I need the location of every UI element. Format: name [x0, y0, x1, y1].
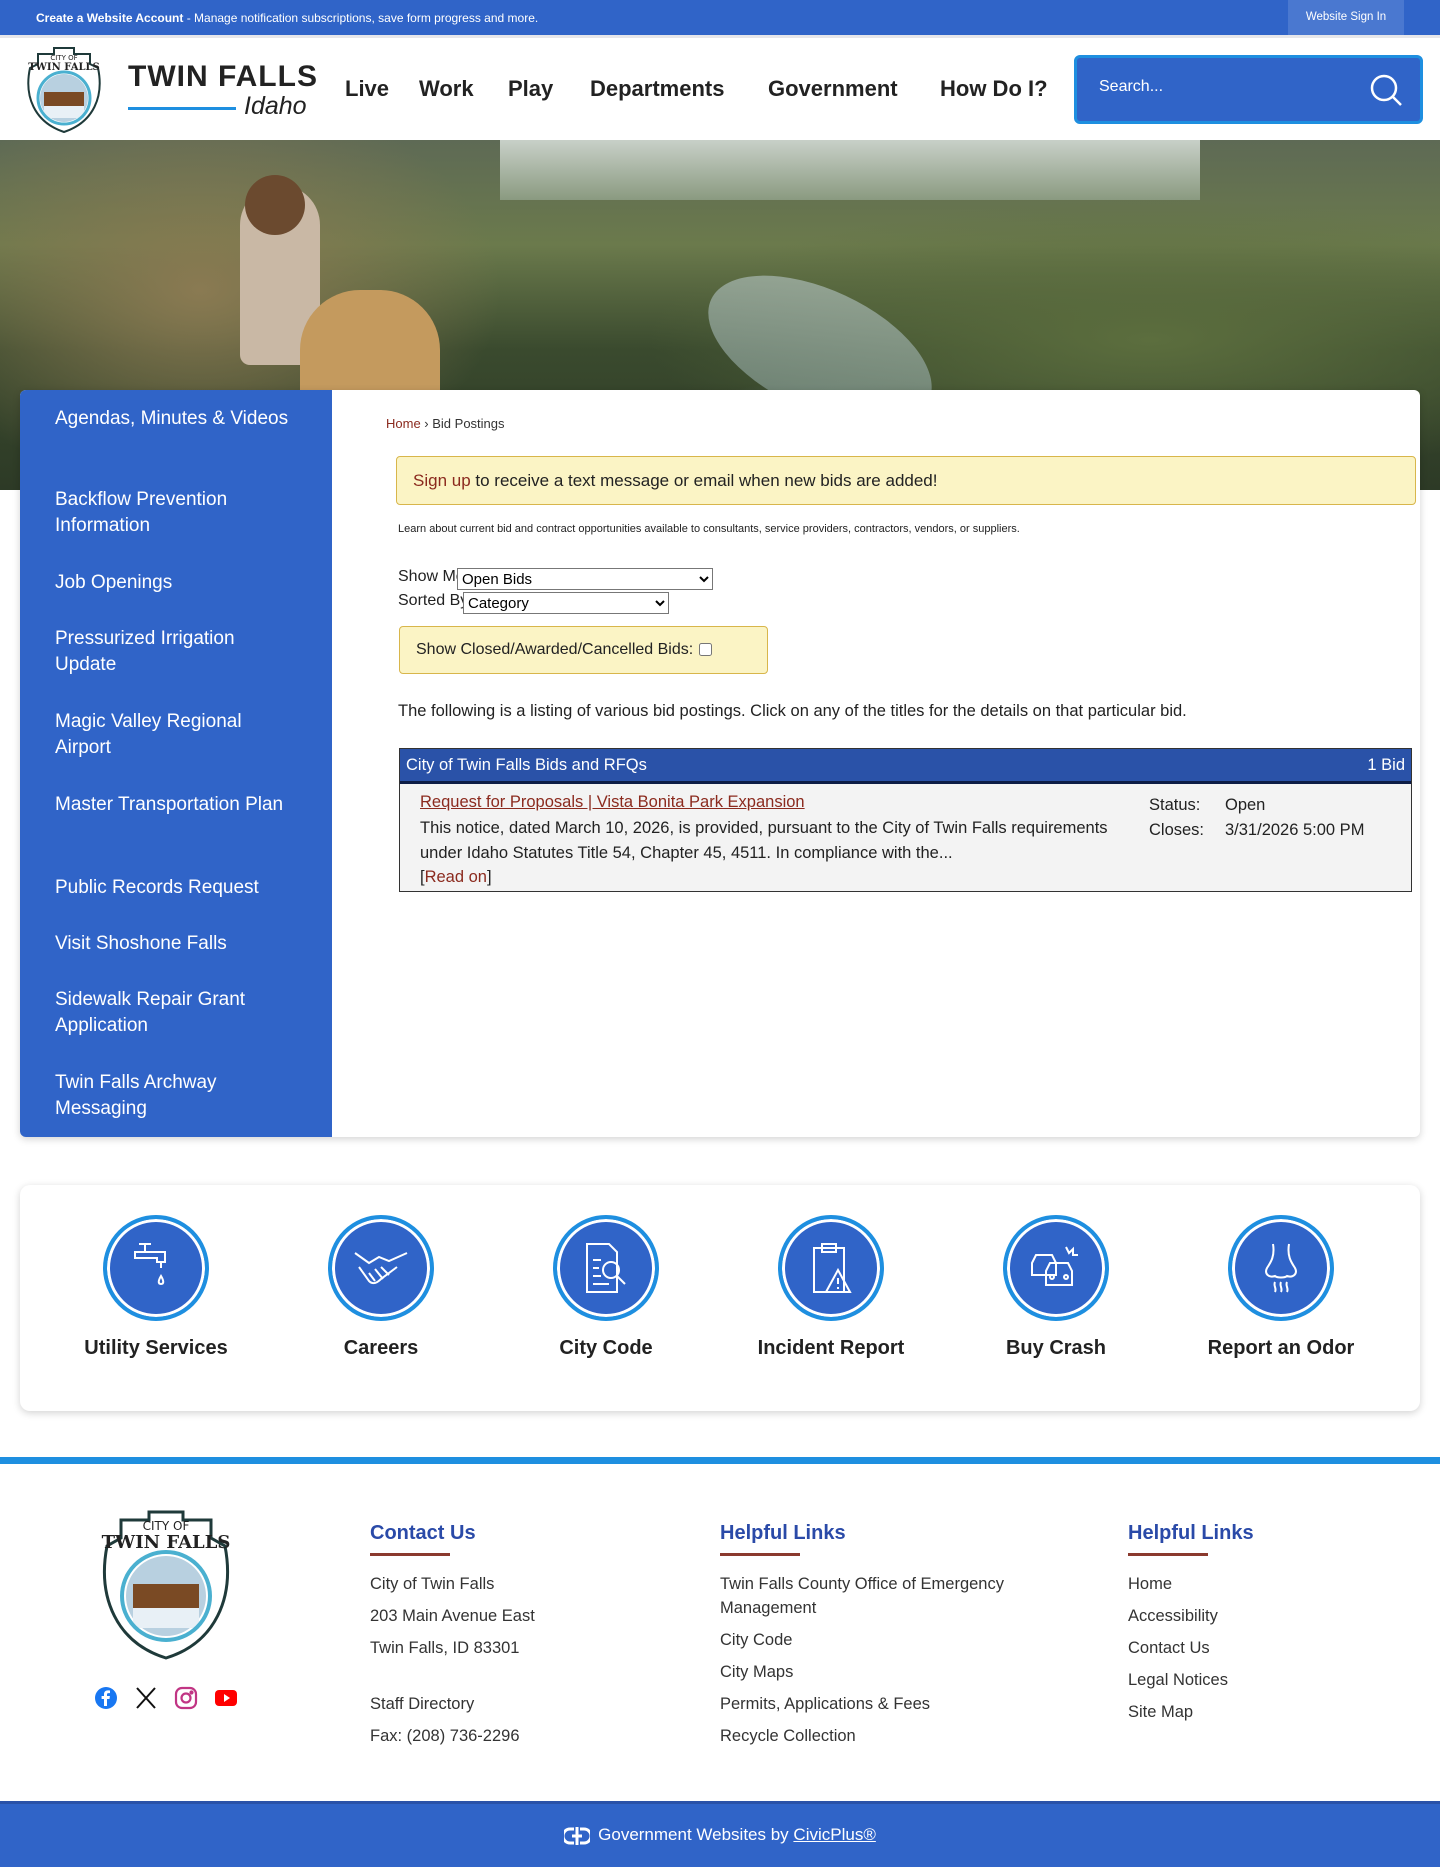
footer-link-legal-notices[interactable]: Legal Notices [1128, 1668, 1228, 1692]
sorted-by-label: Sorted By [398, 592, 469, 609]
site-header: CITY OF TWIN FALLS TWIN FALLS Idaho Live… [0, 35, 1440, 140]
civicplus-footer: Government Websites by CivicPlus® [0, 1801, 1440, 1867]
quick-link-city-code[interactable]: City Code [496, 1215, 716, 1360]
sign-up-link[interactable]: Sign up [413, 471, 471, 490]
brand-title: TWIN FALLS [128, 60, 318, 93]
footer-link-site-map[interactable]: Site Map [1128, 1700, 1193, 1724]
show-closed-checkbox[interactable] [699, 643, 713, 657]
quick-link-careers[interactable]: Careers [271, 1215, 491, 1360]
quick-links: Utility Services Careers City Code Incid… [20, 1185, 1420, 1411]
nav-live[interactable]: Live [345, 76, 389, 102]
contact-fax: Fax: (208) 736-2296 [370, 1727, 520, 1745]
footer-contact-heading: Contact Us [370, 1522, 476, 1544]
listing-intro: The following is a listing of various bi… [398, 702, 1187, 720]
sidebar-item-transportation[interactable]: Master Transportation Plan [55, 792, 295, 818]
svg-text:TWIN FALLS: TWIN FALLS [102, 1532, 231, 1553]
content-card: Agendas, Minutes & Videos Backflow Preve… [20, 390, 1420, 1137]
footer-city-seal[interactable]: CITY OF TWIN FALLS [85, 1508, 247, 1660]
instagram-icon [174, 1686, 198, 1710]
quick-link-buy-crash[interactable]: Buy Crash [946, 1215, 1166, 1360]
contact-city: Twin Falls, ID 83301 [370, 1639, 520, 1657]
breadcrumb-current: Bid Postings [432, 416, 505, 431]
clipboard-warning-icon [813, 1243, 852, 1293]
footer-link-city-code[interactable]: City Code [720, 1628, 792, 1652]
site-brand[interactable]: TWIN FALLS Idaho [128, 60, 318, 120]
footer-link-permits[interactable]: Permits, Applications & Fees [720, 1692, 930, 1716]
create-account-link[interactable]: Create a Website Account [36, 11, 183, 25]
sidebar-item-backflow[interactable]: Backflow Prevention Information [55, 487, 295, 539]
show-closed-box: Show Closed/Awarded/Cancelled Bids: [399, 626, 768, 674]
sidebar-item-shoshone-falls[interactable]: Visit Shoshone Falls [55, 931, 295, 957]
bid-description: This notice, dated March 10, 2026, is pr… [420, 819, 1108, 886]
quick-link-report-odor[interactable]: Report an Odor [1171, 1215, 1391, 1360]
handshake-icon [354, 1252, 408, 1285]
sidebar-item-airport[interactable]: Magic Valley Regional Airport [55, 709, 295, 761]
nose-icon [1265, 1243, 1297, 1293]
nav-departments[interactable]: Departments [590, 76, 724, 102]
sidebar-item-irrigation[interactable]: Pressurized Irrigation Update [55, 626, 295, 678]
footer-link-accessibility[interactable]: Accessibility [1128, 1604, 1218, 1628]
breadcrumb: Home › Bid Postings [386, 416, 505, 431]
top-bar-message: - Manage notification subscriptions, sav… [183, 11, 539, 25]
read-on-link[interactable]: Read on [425, 868, 487, 886]
sidebar-item-sidewalk-grant[interactable]: Sidewalk Repair Grant Application [55, 987, 295, 1039]
youtube-link[interactable] [214, 1686, 238, 1715]
footer-helpful-links-heading: Helpful Links [720, 1522, 846, 1544]
show-me-select[interactable]: Open Bids [457, 568, 713, 590]
contact-name: City of Twin Falls [370, 1575, 495, 1593]
top-bar: Create a Website Account - Manage notifi… [0, 0, 1440, 35]
sidebar-item-public-records[interactable]: Public Records Request [55, 875, 295, 901]
footer-divider [0, 1457, 1440, 1464]
sidebar-item-job-openings[interactable]: Job Openings [55, 570, 295, 596]
civicplus-link[interactable]: CivicPlus® [793, 1825, 875, 1844]
car-crash-icon [1031, 1246, 1078, 1286]
contact-address: 203 Main Avenue East [370, 1607, 535, 1625]
sidebar: Agendas, Minutes & Videos Backflow Preve… [20, 390, 332, 1137]
svg-text:CITY OF: CITY OF [143, 1519, 190, 1533]
footer-link-emergency-management[interactable]: Twin Falls County Office of Emergency Ma… [720, 1572, 1040, 1620]
facebook-icon [95, 1687, 117, 1709]
civicplus-icon [561, 1826, 593, 1845]
search-box [1074, 55, 1423, 124]
facebook-link[interactable] [94, 1686, 118, 1715]
faucet-icon [134, 1243, 166, 1286]
nav-how-do-i[interactable]: How Do I? [940, 76, 1048, 102]
sidebar-item-archway[interactable]: Twin Falls Archway Messaging [55, 1070, 295, 1122]
quick-link-incident-report[interactable]: Incident Report [721, 1215, 941, 1360]
bid-table: City of Twin Falls Bids and RFQs 1 Bid Re… [399, 748, 1412, 892]
search-input[interactable] [1099, 78, 1349, 96]
show-me-label: Show Me [398, 568, 465, 585]
nav-government[interactable]: Government [768, 76, 898, 102]
breadcrumb-home[interactable]: Home [386, 416, 421, 431]
bid-title-link[interactable]: Request for Proposals | Vista Bonita Par… [420, 793, 805, 812]
footer-link-city-maps[interactable]: City Maps [720, 1660, 793, 1684]
intro-text: Learn about current bid and contract opp… [398, 523, 1020, 535]
main-content: Home › Bid Postings Sign up to receive a… [332, 390, 1420, 1137]
nav-work[interactable]: Work [419, 76, 474, 102]
footer-link-home[interactable]: Home [1128, 1572, 1172, 1596]
sidebar-item-agendas[interactable]: Agendas, Minutes & Videos [55, 406, 295, 432]
footer-link-contact-us[interactable]: Contact Us [1128, 1636, 1210, 1660]
footer-helpful-links-heading-2: Helpful Links [1128, 1522, 1254, 1544]
bid-count: 1 Bid [1367, 756, 1405, 774]
bid-status: Status: Open Closes: 3/31/2026 5:00 PM [1149, 796, 1365, 839]
sorted-by-select[interactable]: Category [463, 592, 669, 614]
nav-play[interactable]: Play [508, 76, 553, 102]
signup-alert: Sign up to receive a text message or ema… [396, 456, 1416, 505]
document-search-icon [586, 1243, 626, 1293]
youtube-icon [215, 1690, 237, 1706]
brand-subtitle: Idaho [244, 92, 307, 120]
footer-link-recycle[interactable]: Recycle Collection [720, 1724, 856, 1748]
search-icon[interactable] [1368, 72, 1404, 108]
brand-underline [128, 107, 236, 110]
quick-link-utility-services[interactable]: Utility Services [46, 1215, 266, 1360]
city-seal-logo[interactable]: CITY OF TWIN FALLS [18, 46, 110, 134]
svg-text:CITY OF: CITY OF [50, 54, 77, 62]
website-sign-in-button[interactable]: Website Sign In [1288, 0, 1404, 35]
x-link[interactable] [134, 1686, 158, 1715]
bid-category-header: City of Twin Falls Bids and RFQs 1 Bid [400, 749, 1411, 784]
instagram-link[interactable] [174, 1686, 198, 1715]
staff-directory-link[interactable]: Staff Directory [370, 1692, 474, 1716]
x-icon [136, 1687, 156, 1709]
